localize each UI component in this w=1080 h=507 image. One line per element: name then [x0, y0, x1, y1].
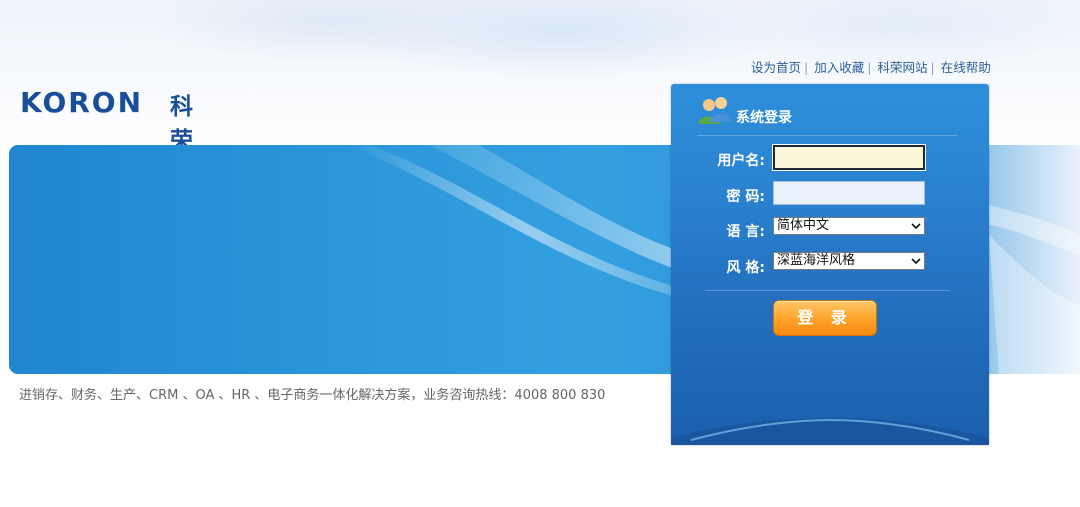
style-label: 风 格:	[726, 260, 765, 276]
link-separator: |	[867, 60, 872, 75]
users-icon	[698, 97, 732, 124]
style-select[interactable]: 深蓝海洋风格	[773, 252, 925, 270]
language-label: 语 言:	[726, 224, 765, 240]
divider	[697, 135, 957, 136]
chevron-down-icon	[911, 223, 921, 230]
language-selected-value: 简体中文	[777, 218, 830, 233]
tagline-text: 进销存、财务、生产、CRM 、OA 、HR 、电子商务一体化解决方案，业务咨询热…	[19, 388, 606, 403]
login-button[interactable]: 登 录	[773, 300, 877, 336]
style-selected-value: 深蓝海洋风格	[777, 253, 856, 268]
set-homepage-link[interactable]: 设为首页	[751, 60, 801, 75]
koron-website-link[interactable]: 科荣网站	[877, 60, 927, 75]
link-separator: |	[804, 60, 809, 75]
top-links: 设为首页 | 加入收藏 | 科荣网站 | 在线帮助	[751, 57, 991, 76]
password-input[interactable]	[773, 181, 925, 205]
add-favorite-link[interactable]: 加入收藏	[814, 60, 864, 75]
username-label: 用户名:	[717, 153, 765, 169]
panel-wave-graphic	[671, 418, 989, 445]
online-help-link[interactable]: 在线帮助	[941, 60, 991, 75]
language-select[interactable]: 简体中文	[773, 217, 925, 235]
chevron-down-icon	[911, 258, 921, 265]
divider	[705, 290, 950, 291]
logo-text-en: KORON	[20, 86, 144, 119]
username-input[interactable]	[773, 145, 925, 170]
password-label: 密 码:	[726, 189, 765, 205]
login-title: 系统登录	[736, 110, 792, 126]
link-separator: |	[930, 60, 935, 75]
